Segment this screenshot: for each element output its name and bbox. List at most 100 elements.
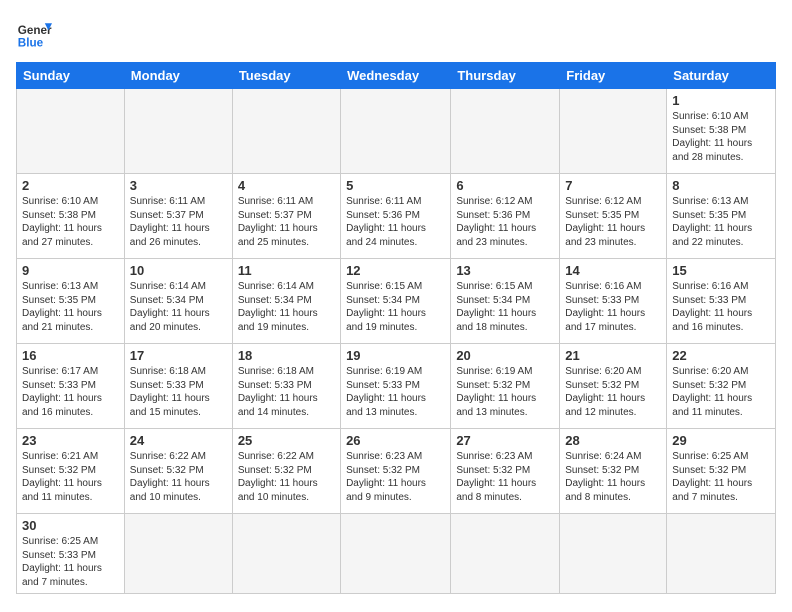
day-info: Sunrise: 6:11 AM Sunset: 5:37 PM Dayligh… bbox=[130, 195, 227, 249]
calendar-header-monday: Monday bbox=[124, 63, 232, 89]
calendar-cell: 2Sunrise: 6:10 AM Sunset: 5:38 PM Daylig… bbox=[17, 174, 125, 259]
day-info: Sunrise: 6:11 AM Sunset: 5:37 PM Dayligh… bbox=[238, 195, 335, 249]
calendar-week-row: 9Sunrise: 6:13 AM Sunset: 5:35 PM Daylig… bbox=[17, 259, 776, 344]
day-number: 4 bbox=[238, 178, 335, 193]
calendar-cell: 13Sunrise: 6:15 AM Sunset: 5:34 PM Dayli… bbox=[451, 259, 560, 344]
calendar-header-friday: Friday bbox=[560, 63, 667, 89]
calendar-cell: 24 Sunrise: 6:22 AM Sunset: 5:32 PM Dayli… bbox=[124, 429, 232, 514]
calendar-cell: 19 Sunrise: 6:19 AM Sunset: 5:33 PM Dayli… bbox=[341, 344, 451, 429]
day-number: 19 bbox=[346, 348, 445, 363]
day-number: 8 bbox=[672, 178, 770, 193]
day-number: 22 bbox=[672, 348, 770, 363]
calendar-cell: 5Sunrise: 6:11 AM Sunset: 5:36 PM Daylig… bbox=[341, 174, 451, 259]
calendar-cell: 7 Sunrise: 6:12 AM Sunset: 5:35 PM Daylig… bbox=[560, 174, 667, 259]
day-info: Sunrise: 6:24 AM Sunset: 5:32 PM Dayligh… bbox=[565, 450, 661, 504]
calendar-cell: 21 Sunrise: 6:20 AM Sunset: 5:32 PM Dayli… bbox=[560, 344, 667, 429]
day-info: Sunrise: 6:25 AM Sunset: 5:32 PM Dayligh… bbox=[672, 450, 770, 504]
calendar-header-saturday: Saturday bbox=[667, 63, 776, 89]
day-info: Sunrise: 6:23 AM Sunset: 5:32 PM Dayligh… bbox=[456, 450, 554, 504]
day-number: 29 bbox=[672, 433, 770, 448]
day-number: 14 bbox=[565, 263, 661, 278]
day-info: Sunrise: 6:12 AM Sunset: 5:36 PM Dayligh… bbox=[456, 195, 554, 249]
calendar-header-sunday: Sunday bbox=[17, 63, 125, 89]
calendar-header-thursday: Thursday bbox=[451, 63, 560, 89]
day-number: 15 bbox=[672, 263, 770, 278]
day-info: Sunrise: 6:19 AM Sunset: 5:33 PM Dayligh… bbox=[346, 365, 445, 419]
day-info: Sunrise: 6:18 AM Sunset: 5:33 PM Dayligh… bbox=[130, 365, 227, 419]
calendar-cell: 25Sunrise: 6:22 AM Sunset: 5:32 PM Dayli… bbox=[232, 429, 340, 514]
day-info: Sunrise: 6:19 AM Sunset: 5:32 PM Dayligh… bbox=[456, 365, 554, 419]
logo-icon: General Blue bbox=[16, 16, 52, 52]
day-number: 21 bbox=[565, 348, 661, 363]
calendar-cell: 29 Sunrise: 6:25 AM Sunset: 5:32 PM Dayli… bbox=[667, 429, 776, 514]
calendar-cell: 30 Sunrise: 6:25 AM Sunset: 5:33 PM Dayli… bbox=[17, 514, 125, 594]
calendar-week-row: 1 Sunrise: 6:10 AM Sunset: 5:38 PM Daylig… bbox=[17, 89, 776, 174]
day-number: 30 bbox=[22, 518, 119, 533]
day-info: Sunrise: 6:15 AM Sunset: 5:34 PM Dayligh… bbox=[346, 280, 445, 334]
calendar-cell bbox=[560, 89, 667, 174]
day-number: 20 bbox=[456, 348, 554, 363]
day-number: 1 bbox=[672, 93, 770, 108]
day-number: 9 bbox=[22, 263, 119, 278]
day-number: 18 bbox=[238, 348, 335, 363]
day-number: 10 bbox=[130, 263, 227, 278]
calendar-cell: 17 Sunrise: 6:18 AM Sunset: 5:33 PM Dayli… bbox=[124, 344, 232, 429]
logo: General Blue bbox=[16, 16, 52, 52]
day-number: 24 bbox=[130, 433, 227, 448]
calendar-week-row: 2Sunrise: 6:10 AM Sunset: 5:38 PM Daylig… bbox=[17, 174, 776, 259]
day-number: 27 bbox=[456, 433, 554, 448]
svg-text:Blue: Blue bbox=[18, 37, 44, 50]
page-header: General Blue bbox=[16, 16, 776, 52]
day-info: Sunrise: 6:10 AM Sunset: 5:38 PM Dayligh… bbox=[672, 110, 770, 164]
day-number: 13 bbox=[456, 263, 554, 278]
calendar-cell: 6 Sunrise: 6:12 AM Sunset: 5:36 PM Daylig… bbox=[451, 174, 560, 259]
calendar-cell: 3 Sunrise: 6:11 AM Sunset: 5:37 PM Daylig… bbox=[124, 174, 232, 259]
day-number: 12 bbox=[346, 263, 445, 278]
day-number: 17 bbox=[130, 348, 227, 363]
calendar-cell: 9Sunrise: 6:13 AM Sunset: 5:35 PM Daylig… bbox=[17, 259, 125, 344]
day-info: Sunrise: 6:25 AM Sunset: 5:33 PM Dayligh… bbox=[22, 535, 119, 589]
calendar-cell bbox=[341, 514, 451, 594]
calendar-cell: 10 Sunrise: 6:14 AM Sunset: 5:34 PM Dayli… bbox=[124, 259, 232, 344]
day-info: Sunrise: 6:20 AM Sunset: 5:32 PM Dayligh… bbox=[672, 365, 770, 419]
day-number: 7 bbox=[565, 178, 661, 193]
day-number: 28 bbox=[565, 433, 661, 448]
calendar-cell bbox=[341, 89, 451, 174]
day-info: Sunrise: 6:18 AM Sunset: 5:33 PM Dayligh… bbox=[238, 365, 335, 419]
day-number: 6 bbox=[456, 178, 554, 193]
calendar-cell: 27 Sunrise: 6:23 AM Sunset: 5:32 PM Dayli… bbox=[451, 429, 560, 514]
day-info: Sunrise: 6:14 AM Sunset: 5:34 PM Dayligh… bbox=[130, 280, 227, 334]
calendar-header-tuesday: Tuesday bbox=[232, 63, 340, 89]
day-number: 3 bbox=[130, 178, 227, 193]
day-number: 5 bbox=[346, 178, 445, 193]
day-info: Sunrise: 6:16 AM Sunset: 5:33 PM Dayligh… bbox=[672, 280, 770, 334]
calendar-header-wednesday: Wednesday bbox=[341, 63, 451, 89]
calendar-header-row: SundayMondayTuesdayWednesdayThursdayFrid… bbox=[17, 63, 776, 89]
calendar-cell: 8 Sunrise: 6:13 AM Sunset: 5:35 PM Daylig… bbox=[667, 174, 776, 259]
day-info: Sunrise: 6:22 AM Sunset: 5:32 PM Dayligh… bbox=[130, 450, 227, 504]
calendar-week-row: 23 Sunrise: 6:21 AM Sunset: 5:32 PM Dayli… bbox=[17, 429, 776, 514]
calendar-cell bbox=[560, 514, 667, 594]
calendar-cell: 23 Sunrise: 6:21 AM Sunset: 5:32 PM Dayli… bbox=[17, 429, 125, 514]
day-info: Sunrise: 6:13 AM Sunset: 5:35 PM Dayligh… bbox=[672, 195, 770, 249]
calendar-cell bbox=[17, 89, 125, 174]
day-info: Sunrise: 6:21 AM Sunset: 5:32 PM Dayligh… bbox=[22, 450, 119, 504]
day-info: Sunrise: 6:23 AM Sunset: 5:32 PM Dayligh… bbox=[346, 450, 445, 504]
day-info: Sunrise: 6:20 AM Sunset: 5:32 PM Dayligh… bbox=[565, 365, 661, 419]
day-info: Sunrise: 6:12 AM Sunset: 5:35 PM Dayligh… bbox=[565, 195, 661, 249]
calendar-cell: 4 Sunrise: 6:11 AM Sunset: 5:37 PM Daylig… bbox=[232, 174, 340, 259]
calendar-cell: 1 Sunrise: 6:10 AM Sunset: 5:38 PM Daylig… bbox=[667, 89, 776, 174]
calendar-cell bbox=[232, 89, 340, 174]
calendar-cell: 26 Sunrise: 6:23 AM Sunset: 5:32 PM Dayli… bbox=[341, 429, 451, 514]
calendar-cell: 15 Sunrise: 6:16 AM Sunset: 5:33 PM Dayli… bbox=[667, 259, 776, 344]
day-info: Sunrise: 6:17 AM Sunset: 5:33 PM Dayligh… bbox=[22, 365, 119, 419]
calendar-table: SundayMondayTuesdayWednesdayThursdayFrid… bbox=[16, 62, 776, 594]
calendar-week-row: 30 Sunrise: 6:25 AM Sunset: 5:33 PM Dayli… bbox=[17, 514, 776, 594]
day-number: 23 bbox=[22, 433, 119, 448]
calendar-cell bbox=[124, 514, 232, 594]
calendar-cell: 14Sunrise: 6:16 AM Sunset: 5:33 PM Dayli… bbox=[560, 259, 667, 344]
calendar-cell bbox=[667, 514, 776, 594]
day-number: 26 bbox=[346, 433, 445, 448]
calendar-cell: 16Sunrise: 6:17 AM Sunset: 5:33 PM Dayli… bbox=[17, 344, 125, 429]
calendar-cell: 22 Sunrise: 6:20 AM Sunset: 5:32 PM Dayli… bbox=[667, 344, 776, 429]
